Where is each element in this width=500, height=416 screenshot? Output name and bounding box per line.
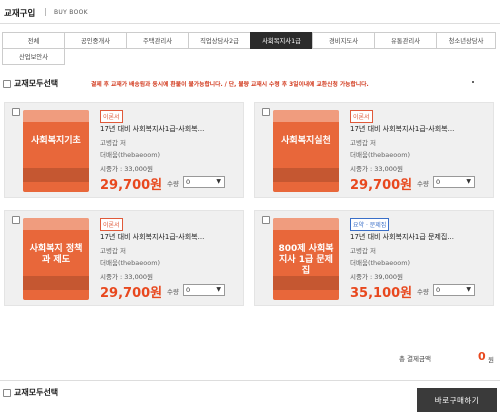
list-price: 시중가 : 39,000원 bbox=[350, 273, 403, 281]
product-author: 고병갑 저 bbox=[100, 247, 126, 255]
product-checkbox[interactable] bbox=[12, 108, 20, 116]
decorative-dot bbox=[472, 81, 474, 83]
product-card: 사회복지실천 이론서 17년 대비 사회복지사1급-사회복... 고병갑 저 더… bbox=[254, 102, 494, 198]
sale-price: 29,700원 bbox=[100, 286, 163, 301]
sale-price: 35,100원 bbox=[350, 286, 413, 301]
list-price: 시중가 : 33,000원 bbox=[350, 165, 403, 173]
tab-job-counselor[interactable]: 직업상담사2급 bbox=[188, 32, 251, 49]
select-all-label: 교재모두선택 bbox=[14, 79, 59, 88]
category-badge: 이론서 bbox=[350, 110, 373, 123]
book-cover-image[interactable]: 사회복지실천 bbox=[273, 110, 339, 192]
tab-security-guide[interactable]: 경비지도사 bbox=[312, 32, 375, 49]
total-unit: 원 bbox=[488, 356, 494, 364]
book-cover-title: 사회복지실천 bbox=[281, 136, 331, 146]
quantity-label: 수량 bbox=[417, 180, 429, 188]
book-cover-title: 사회복지 정책과 제도 bbox=[29, 244, 83, 265]
product-card: 800제 사회복지사 1급 문제집 요약 · 문제집 17년 대비 사회복지사1… bbox=[254, 210, 494, 306]
category-badge: 이론서 bbox=[100, 110, 123, 123]
quantity-select[interactable]: 0 ▼ bbox=[433, 176, 475, 188]
product-publisher: 더배움(thebaeoom) bbox=[100, 259, 161, 267]
buy-now-button[interactable]: 바로구매하기 bbox=[417, 388, 497, 412]
product-publisher: 더배움(thebaeoom) bbox=[350, 259, 411, 267]
product-checkbox[interactable] bbox=[262, 108, 270, 116]
category-badge: 요약 · 문제집 bbox=[350, 218, 390, 231]
total-label: 총 결제금액 bbox=[399, 355, 431, 363]
quantity-label: 수량 bbox=[417, 288, 429, 296]
product-checkbox[interactable] bbox=[12, 216, 20, 224]
tab-housing-manager[interactable]: 주택관리사 bbox=[126, 32, 189, 49]
product-title[interactable]: 17년 대비 사회복지사1급 문제집... bbox=[350, 232, 490, 242]
product-card: 사회복지 정책과 제도 이론서 17년 대비 사회복지사1급-사회복... 고병… bbox=[4, 210, 244, 306]
chevron-down-icon: ▼ bbox=[466, 286, 471, 293]
total-amount: 0 bbox=[478, 350, 486, 363]
chevron-down-icon: ▼ bbox=[216, 178, 221, 185]
product-checkbox[interactable] bbox=[262, 216, 270, 224]
product-author: 고병갑 저 bbox=[350, 247, 376, 255]
product-title[interactable]: 17년 대비 사회복지사1급-사회복... bbox=[100, 124, 240, 134]
quantity-value: 0 bbox=[186, 178, 191, 186]
list-price: 시중가 : 33,000원 bbox=[100, 165, 153, 173]
tab-realtor[interactable]: 공인중개사 bbox=[64, 32, 127, 49]
quantity-value: 0 bbox=[436, 286, 441, 294]
quantity-value: 0 bbox=[186, 286, 191, 294]
quantity-select[interactable]: 0 ▼ bbox=[433, 284, 475, 296]
product-card: 사회복지기초 이론서 17년 대비 사회복지사1급-사회복... 고병갑 저 더… bbox=[4, 102, 244, 198]
select-all-checkbox[interactable] bbox=[3, 79, 11, 88]
title-separator: | bbox=[44, 7, 47, 16]
refund-notice: 결제 후 교재가 배송됨과 동시에 환불이 불가능합니다. / 단, 불량 교재… bbox=[91, 82, 369, 88]
tab-distribution[interactable]: 유통관리사 bbox=[374, 32, 437, 49]
tab-industrial-security[interactable]: 산업보안사 bbox=[2, 48, 65, 65]
chevron-down-icon: ▼ bbox=[216, 286, 221, 293]
tab-social-worker[interactable]: 사회복지사1급 bbox=[250, 32, 313, 49]
page-title: 교재구입 bbox=[4, 9, 36, 19]
page-subtitle: BUY BOOK bbox=[54, 8, 88, 16]
page-header: 교재구입 | BUY BOOK bbox=[0, 0, 500, 24]
select-all-checkbox[interactable] bbox=[3, 388, 11, 397]
product-title[interactable]: 17년 대비 사회복지사1급-사회복... bbox=[100, 232, 240, 242]
category-badge: 이론서 bbox=[100, 218, 123, 231]
list-price: 시중가 : 33,000원 bbox=[100, 273, 153, 281]
product-publisher: 더배움(thebaeoom) bbox=[350, 151, 411, 159]
chevron-down-icon: ▼ bbox=[466, 178, 471, 185]
book-cover-image[interactable]: 사회복지기초 bbox=[23, 110, 89, 192]
product-title[interactable]: 17년 대비 사회복지사1급-사회복... bbox=[350, 124, 490, 134]
quantity-label: 수량 bbox=[167, 180, 179, 188]
book-cover-title: 800제 사회복지사 1급 문제집 bbox=[278, 244, 334, 276]
divider bbox=[0, 380, 500, 381]
sale-price: 29,700원 bbox=[350, 178, 413, 193]
select-all-bottom[interactable]: 교재모두선택 bbox=[3, 387, 58, 398]
book-cover-title: 사회복지기초 bbox=[31, 136, 81, 146]
quantity-select[interactable]: 0 ▼ bbox=[183, 284, 225, 296]
product-publisher: 더배움(thebaeoom) bbox=[100, 151, 161, 159]
product-author: 고병갑 저 bbox=[350, 139, 376, 147]
quantity-label: 수량 bbox=[167, 288, 179, 296]
quantity-value: 0 bbox=[436, 178, 441, 186]
select-all-top[interactable]: 교재모두선택 bbox=[3, 78, 58, 89]
product-author: 고병갑 저 bbox=[100, 139, 126, 147]
quantity-select[interactable]: 0 ▼ bbox=[183, 176, 225, 188]
book-cover-image[interactable]: 사회복지 정책과 제도 bbox=[23, 218, 89, 300]
select-all-label: 교재모두선택 bbox=[14, 388, 59, 397]
book-cover-image[interactable]: 800제 사회복지사 1급 문제집 bbox=[273, 218, 339, 300]
sale-price: 29,700원 bbox=[100, 178, 163, 193]
tab-youth-counselor[interactable]: 청소년상담사 bbox=[436, 32, 496, 49]
tab-all[interactable]: 전체 bbox=[2, 32, 65, 49]
